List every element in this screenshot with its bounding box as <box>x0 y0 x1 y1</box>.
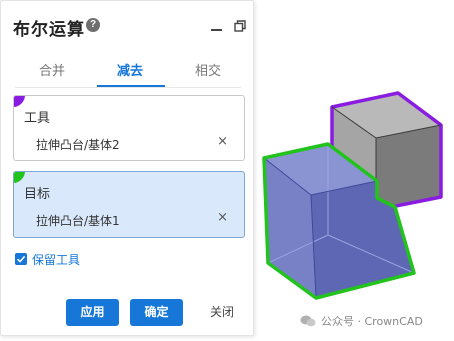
model-viewport[interactable] <box>255 85 454 305</box>
active-tab-indicator <box>97 85 165 87</box>
restore-window-icon[interactable] <box>234 20 246 32</box>
watermark: 公众号 · CrownCAD <box>300 313 423 329</box>
ok-button[interactable]: 确定 <box>130 299 183 326</box>
target-item[interactable]: 拉伸凸台/基体1 <box>36 212 120 229</box>
watermark-text: 公众号 · CrownCAD <box>321 315 423 328</box>
help-icon[interactable]: ? <box>86 18 100 32</box>
tab-union[interactable]: 合并 <box>19 63 85 87</box>
keep-tool-checkbox[interactable] <box>15 253 27 265</box>
tool-item[interactable]: 拉伸凸台/基体2 <box>36 136 120 153</box>
dialog-title: 布尔运算 <box>13 20 85 40</box>
tool-color-marker <box>14 96 25 107</box>
target-color-marker <box>14 172 25 183</box>
keep-tool-label: 保留工具 <box>32 252 81 267</box>
keep-tool-option[interactable]: 保留工具 <box>15 251 80 267</box>
tool-selection-box[interactable]: 工具 拉伸凸台/基体2 × <box>13 95 245 161</box>
tab-intersect[interactable]: 相交 <box>175 63 241 87</box>
wechat-icon <box>300 315 316 327</box>
check-icon <box>16 255 26 263</box>
close-button[interactable]: 关闭 <box>197 299 247 326</box>
target-label: 目标 <box>24 187 51 202</box>
tab-subtract[interactable]: 减去 <box>97 63 163 87</box>
apply-button[interactable]: 应用 <box>66 299 119 326</box>
operation-tabs: 合并 减去 相交 <box>15 63 241 87</box>
boolean-dialog: 布尔运算 ? 合并 减去 相交 工具 拉伸凸台/基体2 × 目标 拉伸凸台/基体… <box>0 0 254 336</box>
remove-target-icon[interactable]: × <box>217 210 228 225</box>
tab-divider <box>15 87 241 88</box>
remove-tool-icon[interactable]: × <box>217 134 228 149</box>
minimize-icon[interactable] <box>211 29 222 31</box>
tool-label: 工具 <box>24 111 51 126</box>
target-selection-box[interactable]: 目标 拉伸凸台/基体1 × <box>13 171 245 238</box>
